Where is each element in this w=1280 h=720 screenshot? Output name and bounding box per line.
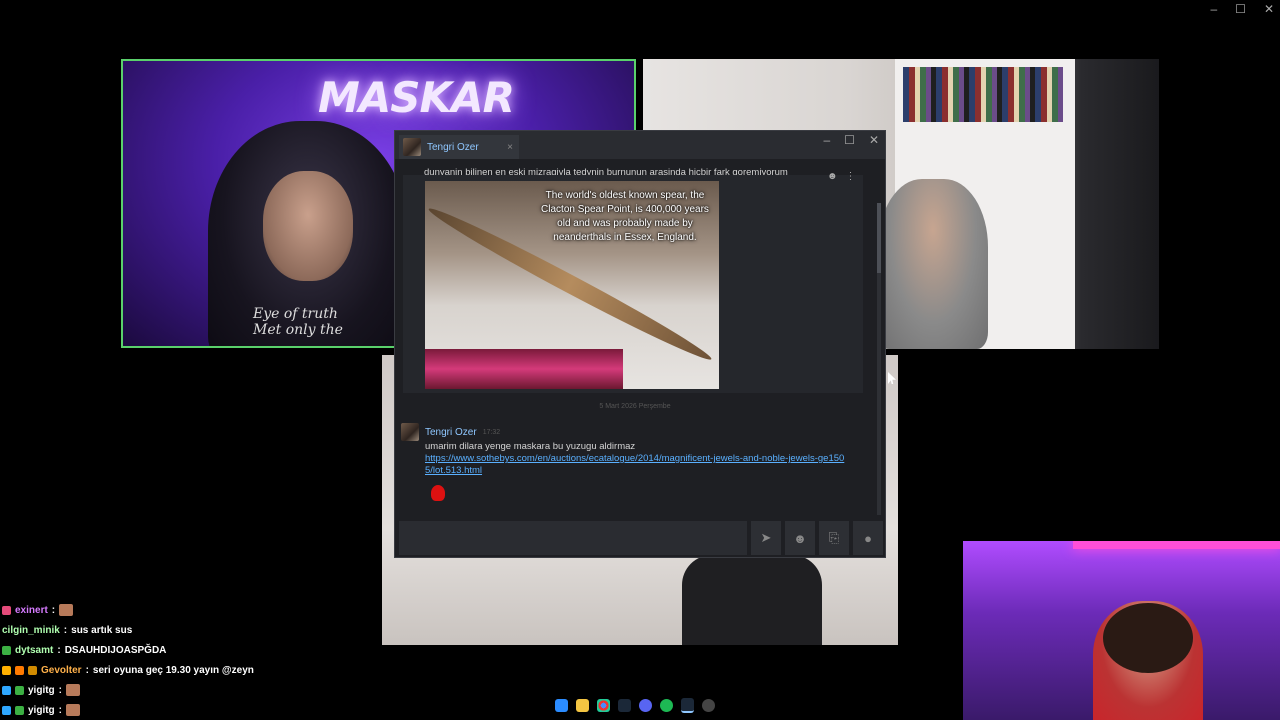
scrollbar[interactable]	[877, 203, 881, 515]
badge-icon	[15, 685, 24, 695]
steam-icon[interactable]	[618, 698, 631, 712]
shirt-print: Eye of truth Met only the	[253, 306, 343, 338]
maximize-icon[interactable]: ☐	[1235, 2, 1246, 16]
tab-close-icon[interactable]: ×	[507, 142, 513, 153]
badge-icon	[15, 665, 24, 675]
gaming-chair	[682, 555, 822, 645]
windows-icon[interactable]	[555, 698, 568, 712]
chat-window-controls: – ☐ ✕	[823, 133, 879, 147]
chat-line: cilgin_minik: sus artık sus	[2, 624, 133, 636]
chat-user: dytsamt	[15, 644, 54, 656]
message-header: Tengri Ozer 17:32	[401, 423, 861, 441]
message-body: umarim dilara yenge maskara bu yuzugu al…	[425, 441, 636, 452]
chat-line: exinert:	[2, 600, 422, 620]
badge-icon	[28, 665, 37, 675]
close-icon[interactable]: ✕	[869, 133, 879, 147]
emote-icon	[66, 704, 81, 716]
app-icon[interactable]	[681, 697, 694, 713]
chat-line: yigitg:	[2, 680, 422, 700]
scroll-thumb[interactable]	[877, 203, 881, 273]
steam-chat-window[interactable]: Tengri Ozer × – ☐ ✕ dunyanin bilinen en …	[394, 130, 886, 558]
minimize-icon[interactable]: –	[1210, 2, 1217, 16]
voice-icon[interactable]: ●	[853, 521, 883, 555]
books	[903, 67, 1063, 122]
neon-sign: MASKAR	[318, 73, 515, 122]
chat-input[interactable]	[399, 521, 747, 555]
stream-chat-overlay: exinert: cilgin_minik: sus artık sus dyt…	[2, 600, 422, 720]
more-icon[interactable]: ⋮	[846, 171, 856, 182]
chat-titlebar[interactable]: Tengri Ozer × – ☐ ✕	[395, 131, 885, 159]
chat-text: sus artık sus	[71, 624, 133, 636]
spotify-icon[interactable]	[660, 698, 673, 712]
badge-icon	[2, 645, 11, 655]
hair	[1103, 603, 1193, 673]
image-caption: The world's oldest known spear, the Clac…	[541, 190, 709, 243]
settings-icon[interactable]	[702, 698, 715, 712]
emoji-icon[interactable]: ☻	[785, 521, 815, 555]
chat-line: yigitg:	[2, 700, 422, 720]
attach-icon[interactable]: ⎘	[819, 521, 849, 555]
emote-icon	[66, 684, 81, 696]
emote-icon	[59, 604, 74, 616]
chat-line: dytsamt: DSAUHDIJOASPĞDA	[2, 640, 422, 660]
chat-user: yigitg	[28, 704, 55, 716]
close-icon[interactable]: ✕	[1264, 2, 1274, 16]
chrome-icon[interactable]	[597, 698, 610, 712]
message-time: 17:32	[482, 428, 501, 436]
message-image[interactable]: The world's oldest known spear, the Clac…	[425, 181, 719, 389]
pink-overlay	[425, 349, 623, 389]
chat-user: yigitg	[28, 684, 55, 696]
webcam-bottom-right	[963, 541, 1280, 720]
skull-emoji-icon	[431, 485, 445, 501]
badge-icon	[2, 685, 11, 695]
taskbar	[555, 695, 715, 715]
window-controls: – ☐ ✕	[1210, 2, 1274, 16]
send-icon[interactable]: ➤	[751, 521, 781, 555]
sender-name[interactable]: Tengri Ozer	[425, 427, 477, 438]
avatar[interactable]	[401, 423, 419, 441]
avatar	[403, 138, 421, 156]
chat-text: seri oyuna geç 19.30 yayın @zeyn	[92, 664, 254, 676]
maximize-icon[interactable]: ☐	[844, 133, 855, 147]
discord-icon[interactable]	[639, 698, 652, 712]
files-icon[interactable]	[576, 698, 589, 712]
badge-icon	[15, 705, 24, 715]
chat-tab-name: Tengri Ozer	[427, 141, 479, 153]
chat-tab[interactable]: Tengri Ozer ×	[399, 135, 519, 159]
badge-icon	[2, 605, 11, 615]
led-strip	[1073, 541, 1280, 549]
chat-user: Gevolter	[41, 664, 82, 676]
minimize-icon[interactable]: –	[823, 133, 830, 147]
chat-message: Tengri Ozer 17:32 umarim dilara yenge ma…	[401, 423, 861, 501]
chat-user: cilgin_minik	[2, 624, 60, 636]
message-link[interactable]: https://www.sothebys.com/en/auctions/eca…	[425, 453, 845, 477]
chat-user: exinert	[15, 604, 48, 616]
person-face	[263, 171, 353, 281]
date-separator: 5 Mart 2026 Perşembe	[599, 403, 671, 410]
badge-icon	[2, 705, 11, 715]
message-tools: ☻ ⋮	[827, 171, 856, 182]
badge-icon	[2, 665, 11, 675]
chat-text: DSAUHDIJOASPĞDA	[64, 644, 167, 656]
person	[878, 179, 988, 349]
emoji-react-icon[interactable]: ☻	[827, 171, 838, 182]
chat-input-row: ➤ ☻ ⎘ ●	[399, 521, 883, 555]
chat-line: Gevolter: seri oyuna geç 19.30 yayın @ze…	[2, 660, 422, 680]
